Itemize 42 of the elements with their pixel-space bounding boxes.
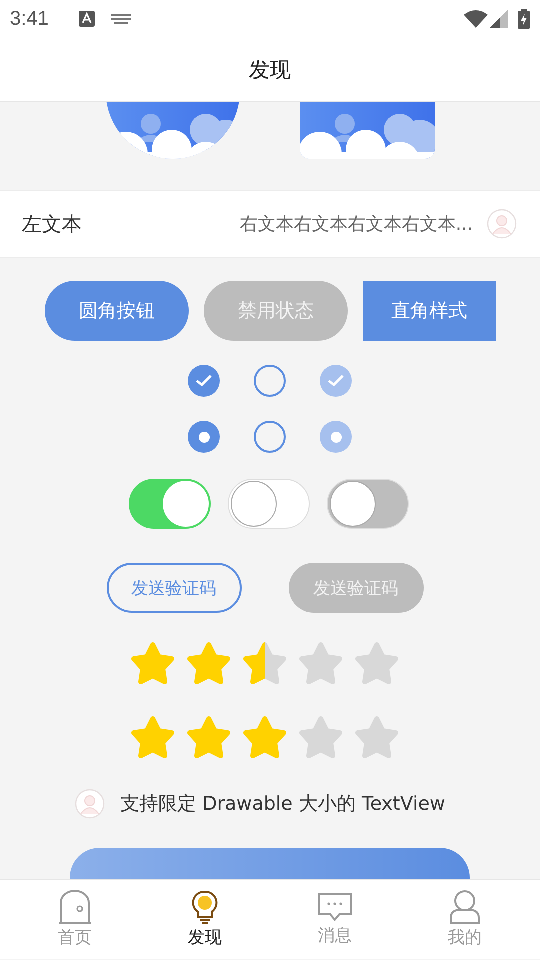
chat-icon [318,892,352,922]
home-icon [58,890,92,924]
avatar-icon [74,789,105,819]
tab[interactable]: 消息 [290,880,380,959]
right-text: 右文本右文本右文本右文本... [240,213,473,236]
star-icon[interactable] [186,715,232,761]
radio-button[interactable] [188,421,220,453]
star-icon[interactable] [186,641,232,687]
left-text: 左文本 [22,210,82,238]
star-icon[interactable] [242,715,288,761]
star-icon[interactable] [130,715,176,761]
keyboard-icon [78,11,95,27]
person-icon [449,890,481,924]
avatar-icon [487,209,517,239]
battery-icon [518,9,530,29]
clock: 3:41 [10,8,49,30]
star-icon[interactable] [354,641,400,687]
send-code-button[interactable]: 发送验证码 [106,563,242,613]
checkmark-icon [328,375,344,387]
keyboard-icon [110,14,131,24]
button[interactable]: 直角样式 [363,281,496,341]
tab[interactable]: 我的 [420,880,510,959]
button[interactable]: 圆角按钮 [45,281,189,341]
star-icon[interactable] [242,641,288,687]
tab[interactable]: 发现 [160,880,250,959]
tab[interactable]: 首页 [30,880,120,959]
drawable-text: 支持限定 Drawable 大小的 TextView [120,792,446,817]
list-row[interactable]: 左文本 右文本右文本右文本右文本... [0,190,540,258]
toggle-switch[interactable] [228,479,310,529]
lightbulb-icon [192,890,218,924]
star-icon[interactable] [130,641,176,687]
page-title: 发现 [249,56,291,84]
checkmark-icon [196,375,212,387]
checkbox[interactable] [254,365,286,397]
toggle-switch[interactable] [129,479,211,529]
signal-icon [490,10,508,28]
wifi-icon [464,10,488,28]
star-icon[interactable] [354,715,400,761]
radio-button[interactable] [254,421,286,453]
checkbox[interactable] [188,365,220,397]
star-icon[interactable] [298,641,344,687]
star-icon[interactable] [298,715,344,761]
